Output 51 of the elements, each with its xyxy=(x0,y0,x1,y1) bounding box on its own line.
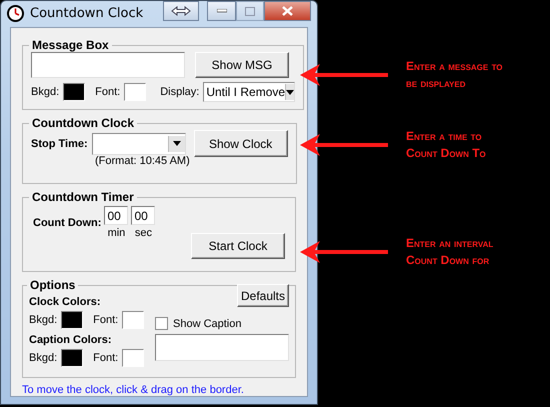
label: Stop Time: xyxy=(31,138,88,150)
annotation-text: Enter a message to be displayed xyxy=(406,58,503,92)
color-swatch[interactable] xyxy=(124,83,146,101)
show-msg-button[interactable]: Show MSG xyxy=(195,52,289,78)
arrow-icon xyxy=(300,63,388,87)
maximize-button[interactable] xyxy=(236,1,264,21)
window-title: Countdown Clock xyxy=(30,6,144,21)
defaults-button[interactable]: Defaults xyxy=(237,284,289,307)
label: Bkgd: xyxy=(29,352,58,364)
annotation-text: Enter an interval Count Down for xyxy=(406,235,494,269)
label: Bkgd: xyxy=(31,86,60,98)
label: Display: xyxy=(160,86,200,98)
color-swatch[interactable] xyxy=(61,311,84,329)
caption-field[interactable] xyxy=(155,334,289,361)
label: min xyxy=(108,227,126,239)
label: Clock Colors: xyxy=(29,296,102,308)
minimize-button[interactable] xyxy=(207,1,236,21)
group-title: Countdown Timer xyxy=(31,190,135,204)
checkbox[interactable] xyxy=(155,317,168,330)
clock-icon xyxy=(7,5,24,22)
group-title: Countdown Clock xyxy=(31,116,135,130)
label: sec xyxy=(134,227,152,239)
start-clock-button[interactable]: Start Clock xyxy=(191,233,285,259)
show-clock-button[interactable]: Show Clock xyxy=(194,130,288,157)
display-dropdown[interactable]: Until I Remove xyxy=(203,82,296,102)
label: Count Down: xyxy=(33,216,102,228)
arrow-icon xyxy=(300,240,388,264)
arrow-icon xyxy=(300,133,388,157)
close-button[interactable] xyxy=(264,1,311,21)
message-field[interactable] xyxy=(31,52,185,78)
label: Font: xyxy=(93,352,118,364)
minimize-icon[interactable] xyxy=(216,9,226,13)
label: Font: xyxy=(95,86,120,98)
color-swatch[interactable] xyxy=(122,349,144,367)
format-hint: (Format: 10:45 AM) xyxy=(95,155,191,167)
group-title: Options xyxy=(29,278,76,292)
checkbox-label: Show Caption xyxy=(173,318,242,330)
label: Font: xyxy=(93,314,118,326)
resize-arrows-icon[interactable] xyxy=(163,1,199,21)
maximize-icon[interactable] xyxy=(245,6,255,16)
annotation-text: Enter a time to Count Down To xyxy=(406,128,486,162)
group-title: Message Box xyxy=(31,38,110,52)
minutes-field[interactable]: 00 xyxy=(104,206,128,225)
color-swatch[interactable] xyxy=(61,349,84,367)
label: Bkgd: xyxy=(29,314,58,326)
seconds-field[interactable]: 00 xyxy=(131,206,156,225)
hint-text: To move the clock, click & drag on the border. xyxy=(22,384,245,396)
color-swatch[interactable] xyxy=(63,83,86,101)
close-icon[interactable] xyxy=(282,6,293,16)
label: Caption Colors: xyxy=(29,334,112,346)
color-swatch[interactable] xyxy=(122,311,144,329)
